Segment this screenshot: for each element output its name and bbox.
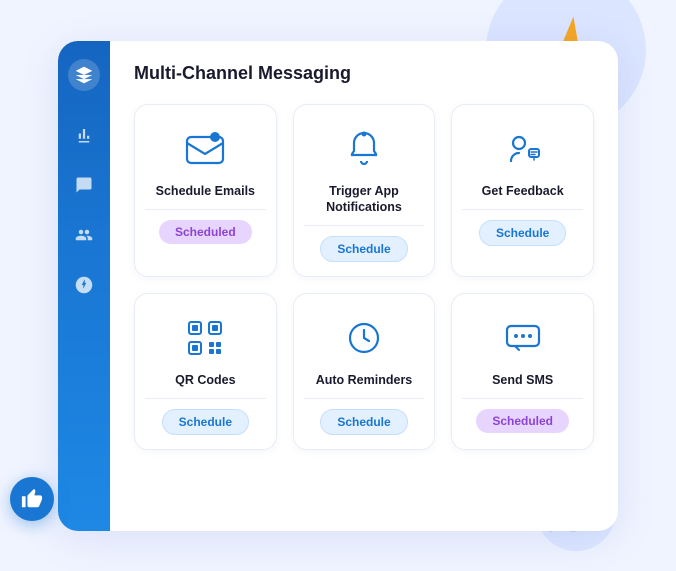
- send-sms-badge[interactable]: Scheduled: [476, 409, 569, 433]
- qr-codes-badge[interactable]: Schedule: [162, 409, 249, 435]
- card-trigger-notifications: Trigger App Notifications Schedule: [293, 104, 436, 278]
- page-title: Multi-Channel Messaging: [134, 63, 594, 84]
- sidebar-item-users[interactable]: [70, 221, 98, 249]
- divider: [145, 209, 266, 210]
- feature-grid: Schedule Emails Scheduled Trigger App No…: [134, 104, 594, 451]
- trigger-notifications-icon: [338, 123, 390, 175]
- sidebar-item-chart[interactable]: [70, 121, 98, 149]
- divider: [462, 209, 583, 210]
- sidebar-item-support[interactable]: [70, 271, 98, 299]
- card-get-feedback-label: Get Feedback: [482, 183, 564, 199]
- auto-reminders-badge[interactable]: Schedule: [320, 409, 407, 435]
- card-send-sms: Send SMS Scheduled: [451, 293, 594, 450]
- card-auto-reminders: Auto Reminders Schedule: [293, 293, 436, 450]
- card-qr-codes-label: QR Codes: [175, 372, 235, 388]
- sidebar-logo[interactable]: [68, 59, 100, 91]
- card-schedule-emails-label: Schedule Emails: [156, 183, 255, 199]
- sidebar: [58, 41, 110, 531]
- content-area: Multi-Channel Messaging Schedule Emails …: [110, 41, 618, 531]
- get-feedback-badge[interactable]: Schedule: [479, 220, 566, 246]
- divider: [304, 398, 425, 399]
- send-sms-icon: [497, 312, 549, 364]
- float-thumbs-up-button[interactable]: [10, 477, 54, 521]
- schedule-emails-badge[interactable]: Scheduled: [159, 220, 252, 244]
- card-qr-codes: QR Codes Schedule: [134, 293, 277, 450]
- qr-codes-icon: [179, 312, 231, 364]
- divider: [304, 225, 425, 226]
- card-auto-reminders-label: Auto Reminders: [316, 372, 413, 388]
- card-send-sms-label: Send SMS: [492, 372, 553, 388]
- get-feedback-icon: [497, 123, 549, 175]
- sidebar-item-chat[interactable]: [70, 171, 98, 199]
- card-trigger-notifications-label: Trigger App Notifications: [304, 183, 425, 216]
- card-schedule-emails: Schedule Emails Scheduled: [134, 104, 277, 278]
- main-card: Multi-Channel Messaging Schedule Emails …: [58, 41, 618, 531]
- divider: [145, 398, 266, 399]
- schedule-emails-icon: [179, 123, 231, 175]
- card-get-feedback: Get Feedback Schedule: [451, 104, 594, 278]
- divider: [462, 398, 583, 399]
- auto-reminders-icon: [338, 312, 390, 364]
- trigger-notifications-badge[interactable]: Schedule: [320, 236, 407, 262]
